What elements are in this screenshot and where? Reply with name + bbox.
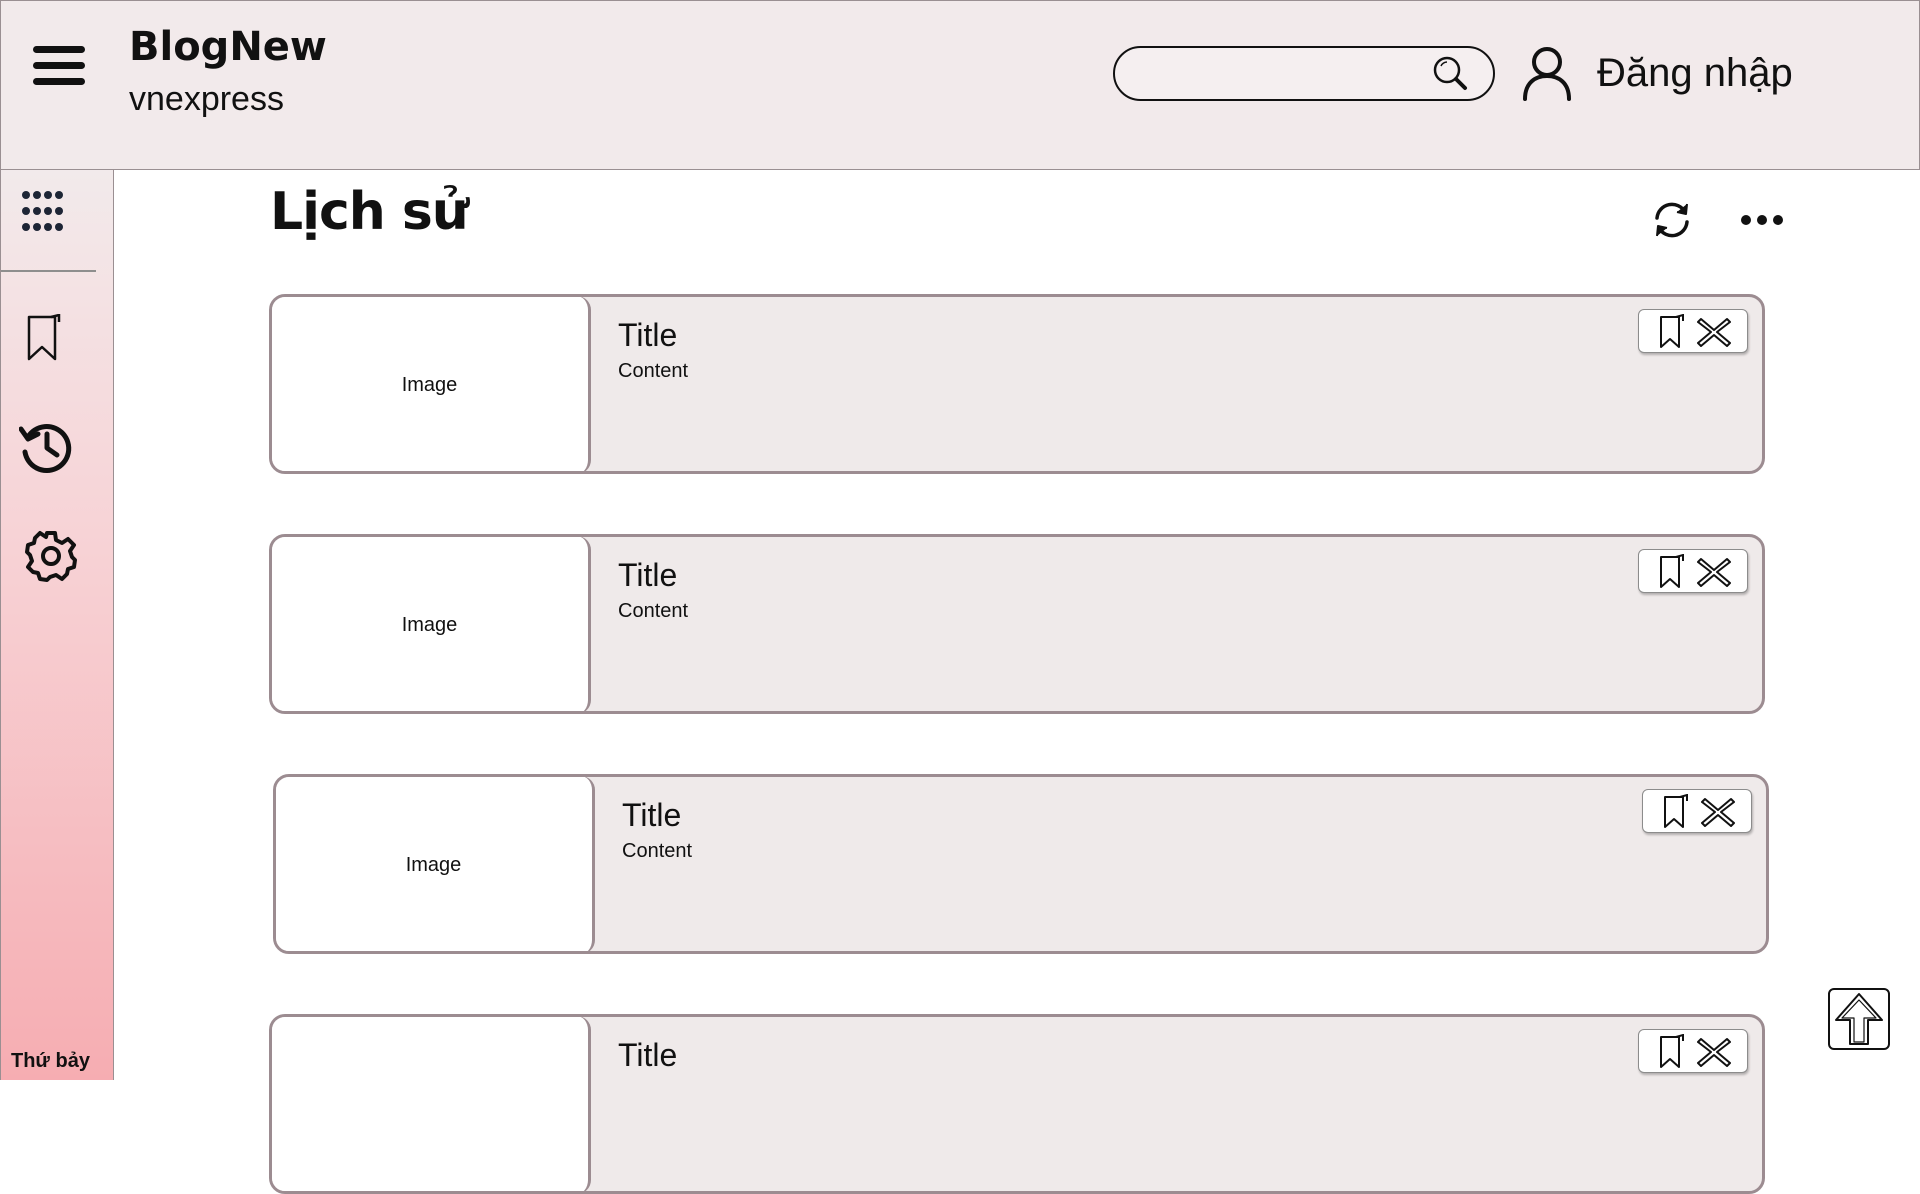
brand[interactable]: BlogNew vnexpress: [129, 23, 327, 123]
history-card[interactable]: Title: [269, 1014, 1765, 1194]
bookmark-icon[interactable]: [1655, 314, 1689, 350]
bookmark-icon[interactable]: [1659, 794, 1693, 830]
card-image-placeholder: Image: [276, 777, 595, 951]
close-icon[interactable]: [1697, 556, 1731, 588]
close-icon[interactable]: [1701, 796, 1735, 828]
card-image-placeholder: [272, 1017, 591, 1191]
card-actions: [1638, 549, 1748, 593]
card-actions: [1642, 789, 1752, 833]
history-card[interactable]: Image Title Content: [269, 294, 1765, 474]
settings-gear-icon[interactable]: [25, 530, 77, 582]
card-title: Title: [618, 1037, 678, 1073]
more-options-icon[interactable]: [1740, 210, 1784, 230]
hamburger-menu-icon[interactable]: [33, 46, 85, 90]
history-icon[interactable]: [19, 420, 73, 474]
login-link[interactable]: Đăng nhập: [1597, 49, 1793, 97]
card-image-placeholder: Image: [272, 537, 591, 711]
bookmark-icon[interactable]: [25, 314, 63, 362]
refresh-icon[interactable]: [1650, 198, 1694, 242]
sidebar: Thứ bảy: [0, 170, 114, 1080]
history-card[interactable]: Image Title Content: [269, 534, 1765, 714]
apps-grid-icon[interactable]: [21, 190, 63, 232]
card-actions: [1638, 1029, 1748, 1073]
top-header: BlogNew vnexpress Đăng nhập: [0, 0, 1920, 170]
card-title: Title: [618, 317, 678, 353]
close-icon[interactable]: [1697, 316, 1731, 348]
card-image-placeholder: Image: [272, 297, 591, 471]
card-title: Title: [622, 797, 682, 833]
close-icon[interactable]: [1697, 1036, 1731, 1068]
user-icon[interactable]: [1521, 45, 1573, 101]
bookmark-icon[interactable]: [1655, 1034, 1689, 1070]
card-actions: [1638, 309, 1748, 353]
card-content: Content: [618, 360, 689, 382]
history-card[interactable]: Image Title Content: [273, 774, 1769, 954]
bookmark-icon[interactable]: [1655, 554, 1689, 590]
card-content: Content: [618, 600, 689, 622]
page-title: Lịch sử: [270, 182, 469, 242]
search-box: [1113, 46, 1495, 101]
arrow-up-icon: [1835, 993, 1883, 1045]
day-of-week-label: Thứ bảy: [11, 1050, 90, 1072]
brand-title: BlogNew: [129, 24, 327, 70]
brand-subtitle: vnexpress: [129, 80, 284, 118]
card-title: Title: [618, 557, 678, 593]
scroll-to-top-button[interactable]: [1828, 988, 1890, 1050]
card-content: Content: [622, 840, 693, 862]
search-icon[interactable]: [1431, 54, 1471, 94]
search-input[interactable]: [1135, 56, 1425, 92]
sidebar-divider: [1, 270, 96, 272]
